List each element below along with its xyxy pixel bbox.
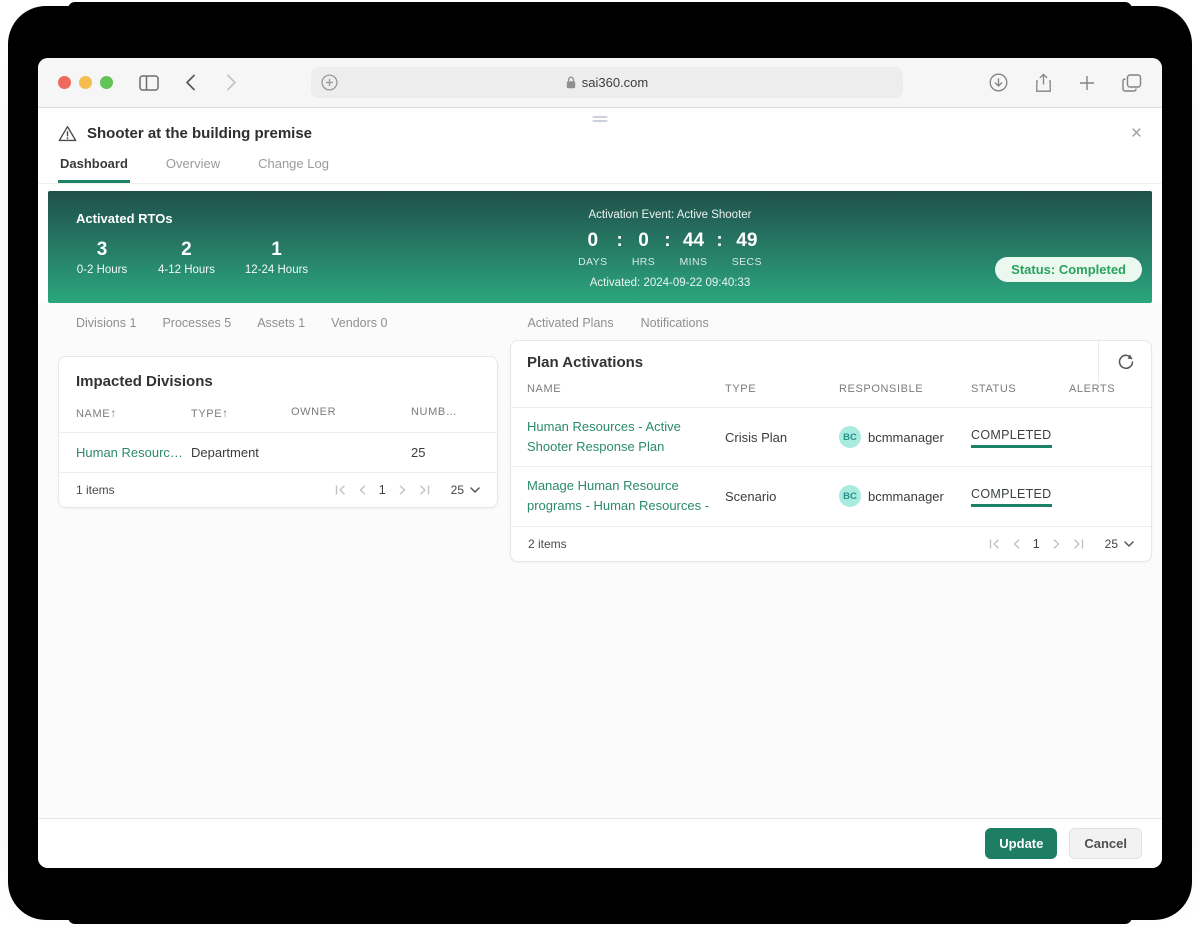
tab-dashboard[interactable]: Dashboard xyxy=(58,156,130,183)
next-page-icon[interactable] xyxy=(399,485,406,495)
table-row: Human Resourc… Department 25 xyxy=(59,432,497,472)
table-row: Manage Human Resource programs - Human R… xyxy=(511,466,1151,525)
status-completed: COMPLETED xyxy=(971,487,1052,507)
tab-overview-icon[interactable] xyxy=(1122,73,1142,92)
back-icon[interactable] xyxy=(185,74,196,91)
plan-type: Crisis Plan xyxy=(725,429,788,445)
first-page-icon[interactable] xyxy=(335,485,346,495)
current-page: 1 xyxy=(1032,536,1040,551)
next-page-icon[interactable] xyxy=(1053,538,1060,549)
avatar: BC xyxy=(839,426,861,449)
activation-banner: Activated RTOs 3 0-2 Hours 2 4-12 Hours … xyxy=(48,191,1152,303)
activation-event-label: Activation Event: Active Shooter xyxy=(588,209,752,221)
activation-timer: Activation Event: Active Shooter 0 DAYS :… xyxy=(578,209,762,289)
cancel-button[interactable]: Cancel xyxy=(1069,828,1142,859)
column-header-type[interactable]: TYPE↑ xyxy=(191,406,291,420)
first-page-icon[interactable] xyxy=(989,538,1000,549)
avatar: BC xyxy=(839,485,861,508)
zoom-window-button[interactable] xyxy=(100,76,113,89)
current-page: 1 xyxy=(378,483,386,497)
share-icon[interactable] xyxy=(1035,73,1052,93)
close-icon[interactable]: × xyxy=(1131,124,1142,143)
page-title: Shooter at the building premise xyxy=(87,125,313,142)
plan-link[interactable]: Human Resources - Active Shooter Respons… xyxy=(527,417,725,457)
status-completed: COMPLETED xyxy=(971,428,1052,448)
plan-activations-title: Plan Activations xyxy=(527,353,644,371)
warning-triangle-icon xyxy=(58,125,77,142)
subtab-activated-plans[interactable]: Activated Plans xyxy=(527,316,613,330)
tab-overview[interactable]: Overview xyxy=(164,156,222,183)
sort-asc-icon: ↑ xyxy=(110,406,117,420)
header-divider xyxy=(1098,341,1099,383)
lock-icon xyxy=(566,76,576,89)
downloads-icon[interactable] xyxy=(989,73,1008,92)
activated-timestamp: Activated: 2024-09-22 09:40:33 xyxy=(589,277,751,289)
column-header-owner[interactable]: OWNER xyxy=(291,406,411,420)
impacted-divisions-title: Impacted Divisions xyxy=(76,373,213,390)
column-header-name[interactable]: NAME xyxy=(527,383,725,395)
column-header-responsible[interactable]: RESPONSIBLE xyxy=(839,383,971,395)
impacted-divisions-card: Impacted Divisions NAME↑ TYPE↑ OWNER NUM… xyxy=(58,356,498,508)
last-page-icon[interactable] xyxy=(419,485,430,495)
filter-tabs: Divisions 1 Processes 5 Assets 1 Vendors… xyxy=(38,303,1162,338)
close-window-button[interactable] xyxy=(58,76,71,89)
subtab-divisions[interactable]: Divisions 1 xyxy=(76,316,136,330)
minimize-window-button[interactable] xyxy=(79,76,92,89)
tab-bar: Dashboard Overview Change Log xyxy=(38,156,1162,184)
update-button[interactable]: Update xyxy=(985,828,1058,859)
subtab-assets[interactable]: Assets 1 xyxy=(257,316,305,330)
page-size-select[interactable]: 25 xyxy=(451,483,480,497)
subtab-processes[interactable]: Processes 5 xyxy=(162,316,231,330)
responsible-name: bcmmanager xyxy=(868,488,944,504)
browser-toolbar: sai360.com xyxy=(38,58,1162,108)
plan-activations-card: Plan Activations NAME TYPE RESPONSIBLE S… xyxy=(510,340,1152,562)
last-page-icon[interactable] xyxy=(1073,538,1084,549)
subtab-vendors[interactable]: Vendors 0 xyxy=(331,316,387,330)
plan-type: Scenario xyxy=(725,488,777,504)
address-bar[interactable]: sai360.com xyxy=(311,67,903,98)
plan-link[interactable]: Manage Human Resource programs - Human R… xyxy=(527,476,725,516)
column-header-name[interactable]: NAME↑ xyxy=(76,406,191,420)
prev-page-icon[interactable] xyxy=(1013,538,1020,549)
subtab-notifications[interactable]: Notifications xyxy=(641,316,709,330)
refresh-icon[interactable] xyxy=(1117,353,1135,371)
page-size-select[interactable]: 25 xyxy=(1105,537,1134,551)
rto-counter: 1 12-24 Hours xyxy=(244,239,309,276)
new-tab-icon[interactable] xyxy=(1079,75,1095,91)
column-header-number[interactable]: NUMB… xyxy=(411,406,480,420)
column-header-alerts[interactable]: ALERTS xyxy=(1069,383,1135,395)
window-controls xyxy=(58,76,113,89)
division-link[interactable]: Human Resourc… xyxy=(76,445,191,460)
chevron-down-icon xyxy=(470,487,480,493)
activated-rtos-title: Activated RTOs xyxy=(76,211,173,226)
modal-footer: Update Cancel xyxy=(38,818,1162,868)
table-row: Human Resources - Active Shooter Respons… xyxy=(511,407,1151,466)
url-text: sai360.com xyxy=(581,75,649,90)
status-badge: Status: Completed xyxy=(995,257,1142,282)
division-number: 25 xyxy=(411,445,426,460)
division-type: Department xyxy=(191,445,259,460)
responsible-name: bcmmanager xyxy=(868,429,944,445)
column-header-status[interactable]: STATUS xyxy=(971,383,1069,395)
forward-icon[interactable] xyxy=(226,74,237,91)
rto-counter: 2 4-12 Hours xyxy=(158,239,215,276)
tab-change-log[interactable]: Change Log xyxy=(256,156,331,183)
column-header-type[interactable]: TYPE xyxy=(725,383,839,395)
sidebar-toggle-icon[interactable] xyxy=(139,74,159,91)
browser-window: sai360.com Shooter at the building premi… xyxy=(38,58,1162,868)
sort-asc-icon: ↑ xyxy=(222,406,229,420)
items-count: 2 items xyxy=(528,536,567,551)
items-count: 1 items xyxy=(76,483,115,497)
prev-page-icon[interactable] xyxy=(359,485,366,495)
rto-counter: 3 0-2 Hours xyxy=(76,239,128,276)
chevron-down-icon xyxy=(1124,540,1134,547)
drag-handle[interactable] xyxy=(592,114,608,124)
